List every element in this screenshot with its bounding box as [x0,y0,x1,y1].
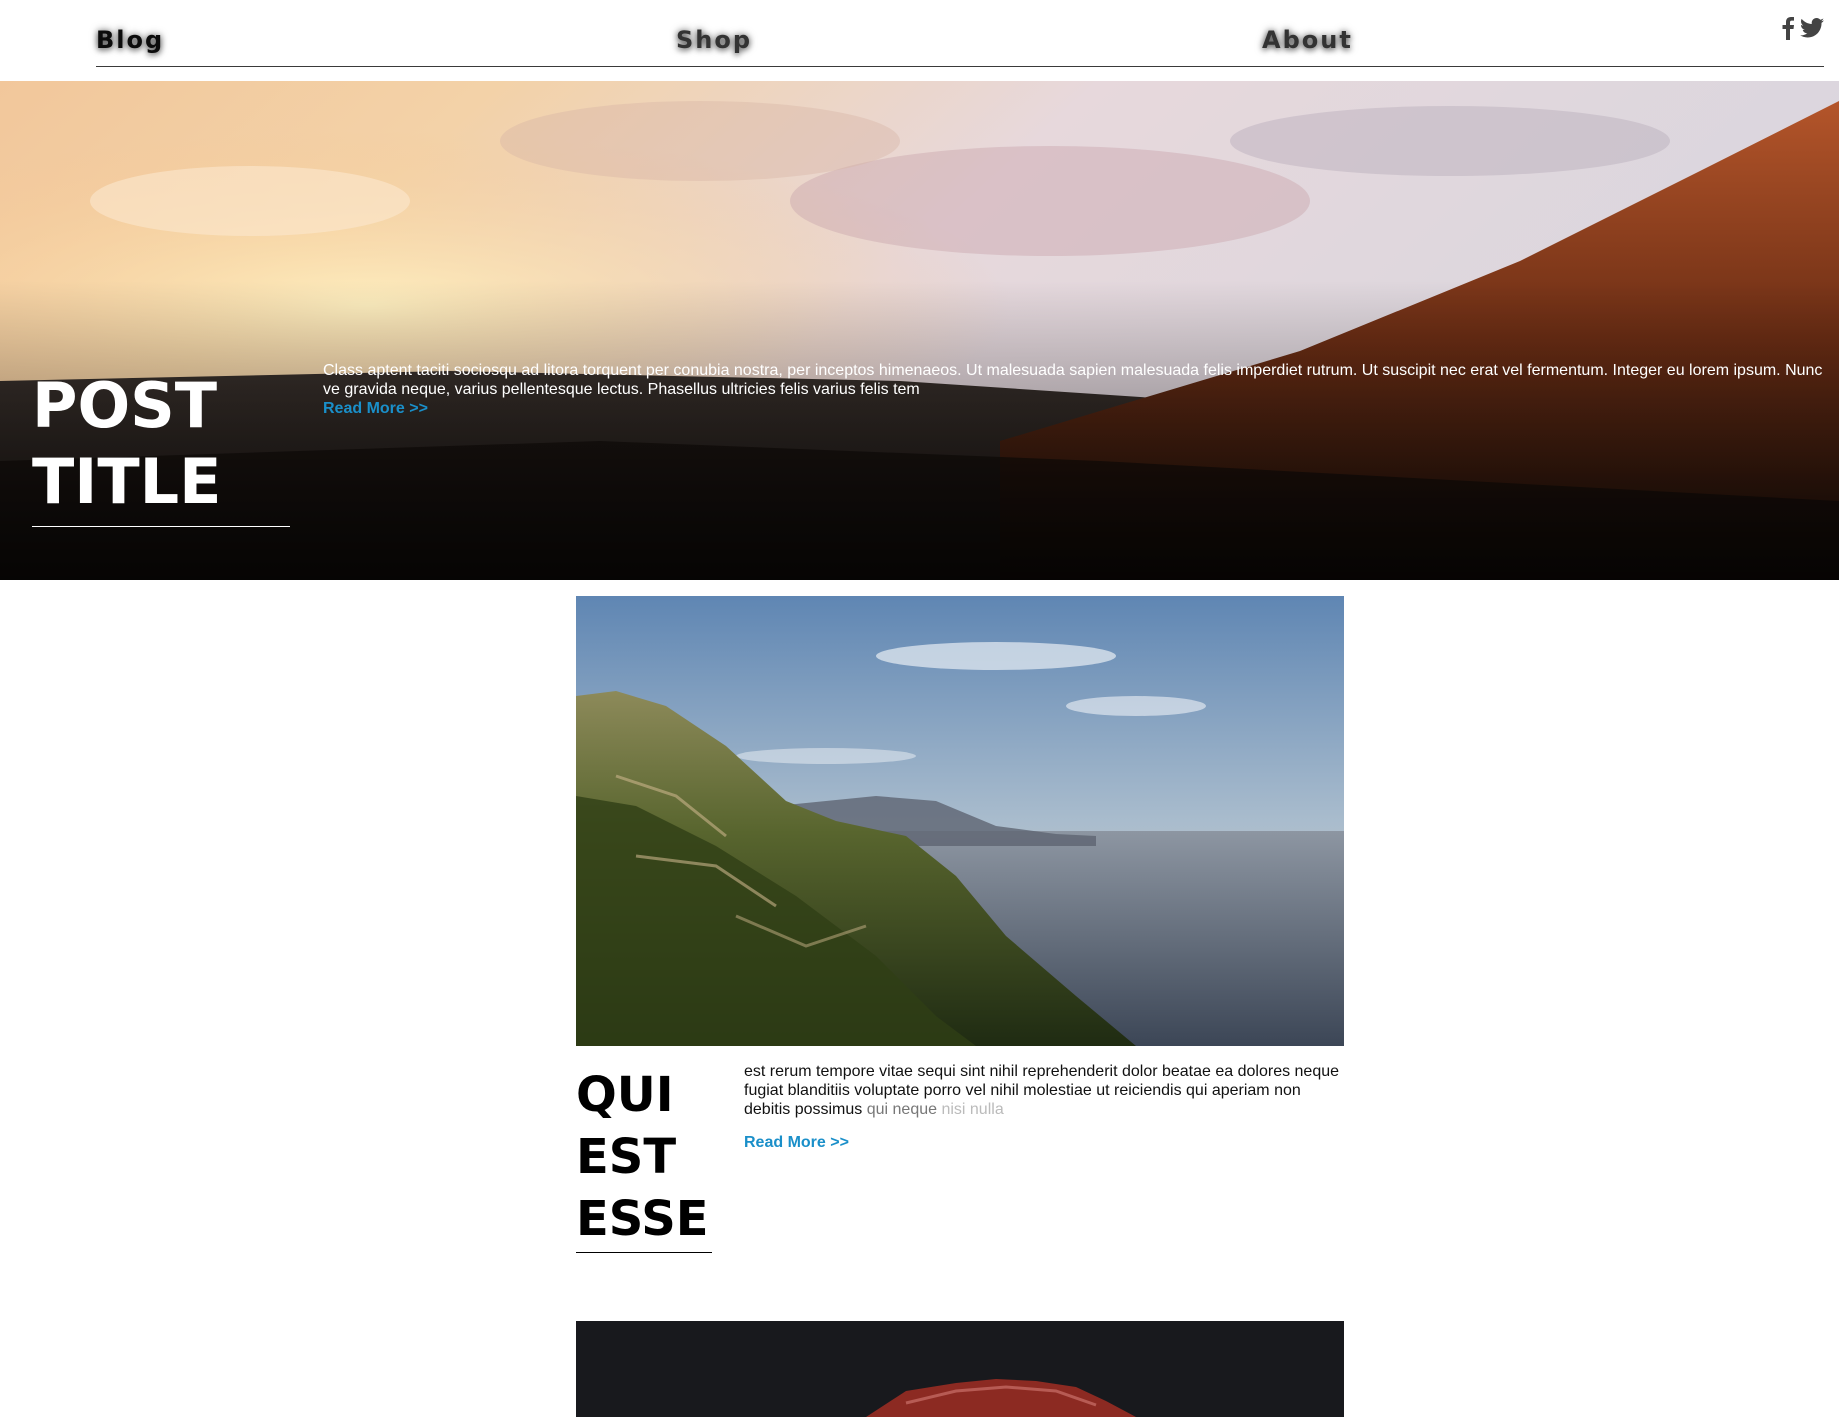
next-post-image[interactable] [576,1321,1344,1417]
post-image[interactable] [576,596,1344,1046]
post-excerpt-fade-2: nisi nulla [941,1101,1004,1118]
post-excerpt: est rerum tempore vitae sequi sint nihil… [744,1062,1344,1119]
social-links [1782,16,1824,40]
coastal-landscape-image [576,596,1344,1046]
facebook-icon[interactable] [1782,16,1794,40]
nav-link-shop[interactable]: Shop [676,26,752,54]
hero-excerpt: Class aptent taciti sociosqu ad litora t… [323,362,1823,398]
post-excerpt-text: est rerum tempore vitae sequi sint nihil… [744,1063,1340,1118]
post-read-more-link[interactable]: Read More >> [744,1134,849,1152]
twitter-icon[interactable] [1800,17,1824,39]
next-post-image-content [576,1321,1344,1417]
nav-link-blog[interactable]: Blog [96,26,164,54]
hero-post-title: POST TITLE [32,368,290,527]
post-excerpt-fade-1: qui neque [866,1101,942,1118]
top-nav: Blog Shop About [96,0,1824,67]
post-title[interactable]: QUI EST ESSE [576,1064,712,1253]
nav-link-about[interactable]: About [1262,26,1353,54]
hero-banner: POST TITLE Class aptent taciti sociosqu … [0,81,1839,580]
hero-read-more-link[interactable]: Read More >> [323,400,428,418]
